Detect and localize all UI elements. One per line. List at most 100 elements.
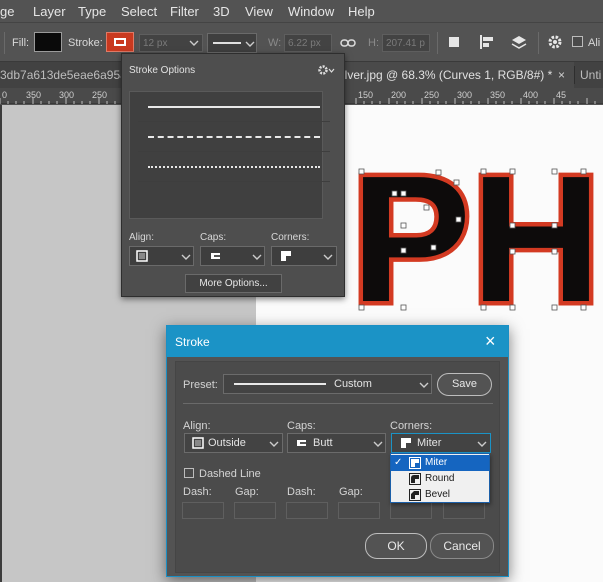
divider bbox=[538, 32, 539, 54]
dashed-line-icon bbox=[148, 136, 320, 138]
solid-line-icon bbox=[234, 383, 326, 385]
stroke-options-panel: Stroke Options Align: Caps: Corners: Mor… bbox=[121, 53, 345, 297]
link-icon[interactable] bbox=[340, 36, 356, 50]
align-label: Align: bbox=[129, 232, 155, 243]
solid-line-preset[interactable] bbox=[138, 92, 330, 122]
dash-field-3[interactable] bbox=[390, 502, 432, 519]
menu-image[interactable]: ge bbox=[0, 4, 14, 19]
caps-value: Butt bbox=[313, 437, 333, 449]
align-outside-icon bbox=[192, 437, 204, 449]
corners-dropdown[interactable]: Miter bbox=[391, 433, 491, 453]
stroke-presets-list bbox=[129, 91, 330, 219]
align-value: Outside bbox=[208, 437, 246, 449]
caps-dropdown[interactable]: Butt bbox=[287, 433, 386, 453]
tab-document-2[interactable]: ilver.jpg @ 68.3% (Curves 1, RGB/8#) * × bbox=[334, 62, 574, 88]
divider bbox=[183, 403, 493, 404]
align-edges-checkbox[interactable] bbox=[572, 36, 583, 47]
preset-label: Preset: bbox=[183, 379, 218, 391]
cancel-button[interactable]: Cancel bbox=[430, 533, 494, 559]
width-value: 6.22 px bbox=[288, 38, 321, 49]
stroke-swatch-icon bbox=[114, 38, 126, 46]
width-field[interactable]: 6.22 px bbox=[284, 34, 332, 52]
chevron-down-icon bbox=[252, 254, 262, 260]
align-dropdown[interactable] bbox=[129, 246, 194, 266]
chevron-down-icon bbox=[181, 254, 191, 260]
dash-label: Dash: bbox=[183, 486, 212, 498]
dash-label: Dash: bbox=[287, 486, 316, 498]
menu-select[interactable]: Select bbox=[121, 4, 157, 19]
solid-line-icon bbox=[213, 42, 241, 44]
corners-dropdown[interactable] bbox=[271, 246, 337, 266]
stroke-options-title: Stroke Options bbox=[129, 65, 196, 76]
corners-option-label: Bevel bbox=[425, 489, 451, 500]
gap-field-3[interactable] bbox=[443, 502, 485, 519]
caps-dropdown[interactable] bbox=[200, 246, 265, 266]
dashed-line-preset[interactable] bbox=[138, 122, 330, 152]
dotted-line-preset[interactable] bbox=[138, 152, 330, 182]
chevron-down-icon bbox=[477, 441, 487, 447]
stroke-dialog: Stroke × Preset: Custom Save Align: Caps… bbox=[166, 325, 509, 577]
align-dropdown[interactable]: Outside bbox=[184, 433, 283, 453]
dash-field-1[interactable] bbox=[182, 502, 224, 519]
tab-document-1[interactable]: 3db7a613de5eae6a95ad bbox=[0, 68, 133, 82]
close-icon[interactable]: × bbox=[485, 331, 496, 352]
round-join-icon bbox=[409, 473, 421, 485]
menu-type[interactable]: Type bbox=[78, 4, 106, 19]
divider bbox=[574, 66, 575, 84]
ok-button[interactable]: OK bbox=[365, 533, 427, 559]
height-label: H: bbox=[368, 37, 379, 49]
close-icon[interactable]: × bbox=[558, 68, 565, 82]
menu-view[interactable]: View bbox=[245, 4, 273, 19]
corners-option-miter[interactable]: ✓ Miter bbox=[391, 455, 489, 471]
stroke-size-value: 12 px bbox=[143, 38, 168, 49]
corners-label: Corners: bbox=[390, 420, 433, 432]
save-button[interactable]: Save bbox=[437, 373, 492, 396]
height-value: 207.41 p bbox=[386, 38, 425, 49]
gap-field-2[interactable] bbox=[338, 502, 380, 519]
gear-icon[interactable] bbox=[317, 64, 335, 76]
path-alignment-icon[interactable] bbox=[478, 34, 496, 50]
menu-bar: ge Layer Type Select Filter 3D View Wind… bbox=[0, 0, 603, 23]
tab-document-3[interactable]: Unti bbox=[580, 68, 601, 82]
corners-label: Corners: bbox=[271, 232, 310, 243]
menu-help[interactable]: Help bbox=[348, 4, 375, 19]
menu-window[interactable]: Window bbox=[288, 4, 334, 19]
preset-dropdown[interactable]: Custom bbox=[223, 374, 432, 394]
butt-cap-icon bbox=[211, 253, 220, 259]
stroke-swatch[interactable] bbox=[106, 32, 134, 52]
bevel-join-icon bbox=[409, 489, 421, 501]
solid-line-icon bbox=[148, 106, 320, 108]
tab-title: ilver.jpg @ 68.3% (Curves 1, RGB/8#) * bbox=[342, 68, 553, 82]
path-arrangement-icon[interactable] bbox=[509, 33, 529, 51]
pho-text: PHO bbox=[351, 139, 603, 340]
divider bbox=[4, 32, 5, 54]
gap-field-1[interactable] bbox=[234, 502, 276, 519]
preset-value: Custom bbox=[334, 378, 372, 390]
menu-layer[interactable]: Layer bbox=[33, 4, 66, 19]
caps-label: Caps: bbox=[200, 232, 227, 243]
menu-filter[interactable]: Filter bbox=[170, 4, 199, 19]
width-label: W: bbox=[268, 37, 282, 49]
dash-field-2[interactable] bbox=[286, 502, 328, 519]
corners-option-bevel[interactable]: Bevel bbox=[391, 487, 489, 503]
dashed-line-checkbox[interactable] bbox=[184, 468, 194, 478]
menu-3d[interactable]: 3D bbox=[213, 4, 230, 19]
stroke-type-button[interactable] bbox=[207, 33, 257, 53]
checkmark-icon: ✓ bbox=[394, 457, 403, 468]
dotted-line-icon bbox=[148, 166, 320, 168]
dashed-line-label: Dashed Line bbox=[199, 468, 261, 480]
corners-menu: ✓ Miter Round Bevel bbox=[390, 453, 490, 503]
chevron-down-icon bbox=[373, 441, 383, 447]
chevron-down-icon[interactable] bbox=[188, 39, 200, 47]
corners-value: Miter bbox=[417, 437, 442, 449]
fill-swatch[interactable] bbox=[34, 32, 62, 52]
dialog-title-bar[interactable]: Stroke × bbox=[167, 326, 508, 357]
corners-option-round[interactable]: Round bbox=[391, 471, 489, 487]
align-outside-icon bbox=[136, 250, 148, 262]
align-label: Align: bbox=[183, 420, 211, 432]
caps-label: Caps: bbox=[287, 420, 316, 432]
more-options-button[interactable]: More Options... bbox=[185, 274, 282, 293]
gear-icon[interactable] bbox=[547, 34, 563, 50]
path-operations-icon[interactable] bbox=[446, 34, 462, 50]
height-field[interactable]: 207.41 p bbox=[382, 34, 430, 52]
